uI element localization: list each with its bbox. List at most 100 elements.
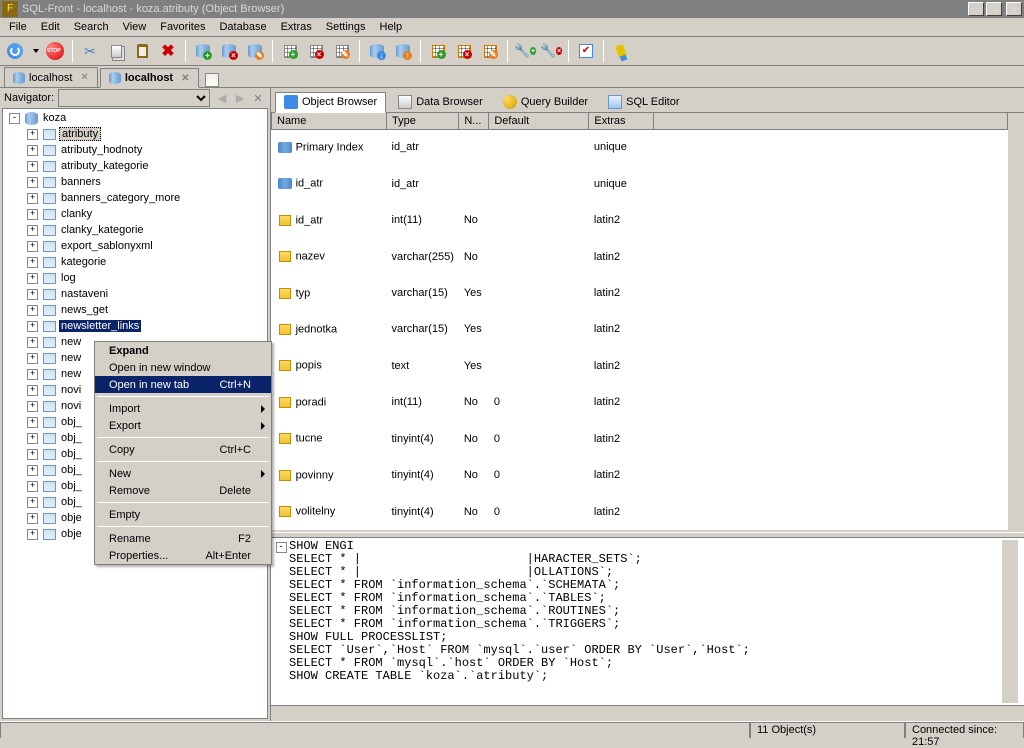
tree-item[interactable]: +log <box>3 270 267 286</box>
expander-icon[interactable]: + <box>27 257 38 268</box>
tree-item[interactable]: +atributy <box>3 126 267 142</box>
menu-extras[interactable]: Extras <box>274 19 319 35</box>
menu-edit[interactable]: Edit <box>34 19 67 35</box>
menu-help[interactable]: Help <box>373 19 410 35</box>
menu-search[interactable]: Search <box>67 19 116 35</box>
tab-object-browser[interactable]: Object Browser <box>275 92 386 113</box>
context-menu[interactable]: ExpandOpen in new windowOpen in new tabC… <box>94 341 272 565</box>
context-menu-item[interactable]: RenameF2 <box>95 530 271 547</box>
horizontal-scrollbar[interactable] <box>271 705 1024 721</box>
export-db-button[interactable]: ↑ <box>392 40 414 62</box>
tree-item[interactable]: +atributy_kategorie <box>3 158 267 174</box>
tool-wrench-add[interactable]: 🔧+ <box>514 40 536 62</box>
tree-item[interactable]: +clanky <box>3 206 267 222</box>
expander-icon[interactable]: + <box>27 433 38 444</box>
menu-settings[interactable]: Settings <box>319 19 373 35</box>
tree-item[interactable]: +banners <box>3 174 267 190</box>
tool-wrench-remove[interactable]: 🔧× <box>540 40 562 62</box>
context-menu-item[interactable]: Export <box>95 417 271 434</box>
expander-icon[interactable]: + <box>27 193 38 204</box>
tab-data-browser[interactable]: Data Browser <box>390 91 491 112</box>
nav-back-button[interactable]: ◄ <box>214 90 230 106</box>
record-edit-button[interactable]: ✎ <box>479 40 501 62</box>
nav-forward-button[interactable]: ► <box>232 90 248 106</box>
navigator-select[interactable] <box>58 89 210 107</box>
db-edit-button[interactable]: ✎ <box>244 40 266 62</box>
expander-icon[interactable]: + <box>27 177 38 188</box>
table-row[interactable]: id_atrint(11)Nolatin2 <box>272 202 1008 238</box>
views-button[interactable] <box>205 73 219 87</box>
menu-view[interactable]: View <box>116 19 154 35</box>
import-db-button[interactable]: ↓ <box>366 40 388 62</box>
expander-icon[interactable]: + <box>27 353 38 364</box>
expander-icon[interactable]: + <box>27 145 38 156</box>
expander-icon[interactable]: + <box>27 529 38 540</box>
db-add-button[interactable]: + <box>192 40 214 62</box>
sql-log[interactable]: - SHOW ENGI SELECT * | |HARACTER_SETS`; … <box>271 538 1024 705</box>
host-tab-0[interactable]: localhost✕ <box>4 67 98 87</box>
paste-button[interactable] <box>131 40 153 62</box>
expander-icon[interactable]: + <box>27 321 38 332</box>
expander-icon[interactable]: + <box>27 385 38 396</box>
copy-button[interactable] <box>105 40 127 62</box>
table-add-button[interactable]: + <box>279 40 301 62</box>
menu-database[interactable]: Database <box>212 19 273 35</box>
close-tab-icon[interactable]: ✕ <box>80 72 88 83</box>
expander-icon[interactable]: + <box>27 401 38 412</box>
db-remove-button[interactable]: × <box>218 40 240 62</box>
expander-icon[interactable]: + <box>27 465 38 476</box>
expander-icon[interactable]: + <box>27 209 38 220</box>
table-row[interactable]: nazevvarchar(255)Nolatin2 <box>272 238 1008 274</box>
context-menu-item[interactable]: Empty <box>95 506 271 523</box>
expander-icon[interactable]: + <box>27 449 38 460</box>
tab-sql-editor[interactable]: SQL Editor <box>600 91 687 112</box>
expander-icon[interactable]: + <box>27 241 38 252</box>
expander-icon[interactable]: + <box>27 273 38 284</box>
context-menu-item[interactable]: Expand <box>95 342 271 359</box>
stop-button[interactable] <box>44 40 66 62</box>
context-menu-item[interactable]: Properties...Alt+Enter <box>95 547 271 564</box>
tree-item[interactable]: +clanky_kategorie <box>3 222 267 238</box>
tree-item[interactable]: +newsletter_links <box>3 318 267 334</box>
context-menu-item[interactable]: Open in new window <box>95 359 271 376</box>
tree-item[interactable]: +kategorie <box>3 254 267 270</box>
expander-icon[interactable]: + <box>27 225 38 236</box>
table-row[interactable]: Primary Indexid_atrunique <box>272 129 1008 165</box>
delete-button[interactable]: ✖ <box>157 40 179 62</box>
context-menu-item[interactable]: RemoveDelete <box>95 482 271 499</box>
table-row[interactable]: tucnetinyint(4)No0latin2 <box>272 421 1008 457</box>
expander-icon[interactable]: + <box>27 481 38 492</box>
tab-query-builder[interactable]: Query Builder <box>495 91 596 112</box>
expander-icon[interactable]: + <box>27 513 38 524</box>
expander-icon[interactable]: + <box>27 417 38 428</box>
tree-root-label[interactable]: koza <box>41 112 68 124</box>
table-remove-button[interactable]: × <box>305 40 327 62</box>
context-menu-item[interactable]: CopyCtrl+C <box>95 441 271 458</box>
table-edit-button[interactable]: ✎ <box>331 40 353 62</box>
expander-icon[interactable]: + <box>27 161 38 172</box>
tree-item[interactable]: +banners_category_more <box>3 190 267 206</box>
table-row[interactable]: id_atrid_atrunique <box>272 165 1008 201</box>
menu-file[interactable]: File <box>2 19 34 35</box>
column-header[interactable]: Default <box>489 113 589 129</box>
close-tab-icon[interactable]: ✕ <box>181 73 189 84</box>
expander-icon[interactable]: + <box>27 129 38 140</box>
expander-icon[interactable]: + <box>27 497 38 508</box>
record-add-button[interactable]: + <box>427 40 449 62</box>
host-tab-1[interactable]: localhost✕ <box>100 68 199 88</box>
table-row[interactable]: jednotkavarchar(15)Yeslatin2 <box>272 311 1008 347</box>
context-menu-item[interactable]: New <box>95 465 271 482</box>
menu-favorites[interactable]: Favorites <box>153 19 212 35</box>
tree-item[interactable]: +atributy_hodnoty <box>3 142 267 158</box>
expander-icon[interactable]: + <box>27 305 38 316</box>
nav-close-button[interactable]: ✕ <box>250 90 266 106</box>
table-row[interactable]: volitelnytinyint(4)No0latin2 <box>272 494 1008 530</box>
column-header[interactable]: N... <box>459 113 489 129</box>
cut-button[interactable]: ✂ <box>79 40 101 62</box>
refresh-button[interactable] <box>4 40 26 62</box>
expander-icon[interactable]: + <box>27 369 38 380</box>
tree-item[interactable]: +export_sablonyxml <box>3 238 267 254</box>
check-button[interactable]: ✔ <box>575 40 597 62</box>
refresh-dropdown[interactable] <box>30 40 40 62</box>
column-header[interactable]: Extras <box>589 113 654 129</box>
